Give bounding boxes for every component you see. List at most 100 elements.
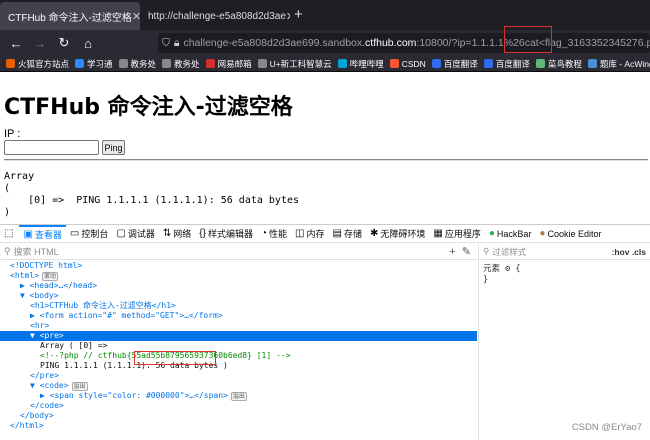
bookmark-item[interactable]: U+新工科智慧云 — [258, 58, 332, 70]
tree-node[interactable]: <hr> — [0, 321, 477, 331]
shield-icon[interactable]: ⛉ — [162, 37, 170, 50]
firefox-icon — [6, 59, 15, 68]
close-icon[interactable]: ✕ — [286, 10, 290, 23]
bookmark-label: 百度翻译 — [496, 58, 530, 70]
lock-icon[interactable]: 🔒︎ — [174, 37, 180, 50]
tree-node[interactable]: ▶ <form action="#" method="GET">…</form> — [0, 311, 477, 321]
bookmark-label: 菜鸟教程 — [548, 58, 582, 70]
reload-icon[interactable]: ↻ — [52, 35, 76, 51]
bookmark-label: 教务处 — [131, 58, 157, 70]
tab-label: 性能 — [269, 227, 287, 240]
tree-node[interactable]: ▼ <body> — [0, 291, 477, 301]
tree-node[interactable]: ▼ <code>溢出 — [0, 381, 477, 391]
hov-cls-toggles[interactable]: :hov .cls — [612, 247, 646, 257]
tree-node[interactable]: <html>滚动 — [0, 271, 477, 281]
back-icon[interactable]: ← — [4, 36, 28, 51]
flag-highlight-box — [134, 351, 216, 365]
tab-label: 应用程序 — [445, 227, 481, 240]
application-icon: ▦ — [433, 228, 442, 239]
tab-label: HackBar — [497, 229, 532, 239]
tab-storage[interactable]: ▤存储 — [329, 225, 366, 243]
bookmark-item[interactable]: CSDN — [390, 59, 426, 69]
inspector-icon: ▣ — [23, 229, 32, 240]
ping-button[interactable]: Ping — [102, 140, 125, 155]
tab-challenge[interactable]: http://challenge-e5a808d2d3ae ✕ — [140, 2, 290, 30]
tree-node[interactable]: ▶ <span style="color: #000000">…</span>溢… — [0, 391, 477, 401]
globe-icon — [75, 59, 84, 68]
cookie-icon: ● — [539, 228, 545, 239]
element-rule-open: 元素 ⚙ { — [483, 264, 646, 275]
tree-node[interactable]: PING 1.1.1.1 (1.1.1.1): 56 data bytes ) — [0, 361, 477, 371]
bookmark-item[interactable]: 火狐官方站点 — [6, 58, 69, 70]
tree-node[interactable]: <!--?php // ctfhub{55ad55b879565937360b6… — [0, 351, 477, 361]
pick-element-icon[interactable]: ⬚ — [0, 225, 19, 243]
tab-label: Cookie Editor — [547, 229, 601, 239]
tree-node-text: <html> — [10, 271, 39, 280]
tab-style-editor[interactable]: {}样式编辑器 — [195, 225, 257, 243]
new-tab-icon[interactable]: + — [294, 6, 303, 23]
bookmark-item[interactable]: 教务处 — [119, 58, 157, 70]
tab-label: 控制台 — [81, 227, 108, 240]
element-rule: 元素 ⚙ { } — [479, 260, 650, 290]
tab-bar: CTFHub 命令注入-过滤空格 ✕ http://challenge-e5a8… — [0, 0, 650, 30]
devtools-panel: ⬚ ▣查看器 ▭控制台 ▢调试器 ⇅网络 {}样式编辑器 ◔性能 ◫内存 ▤存储… — [0, 224, 650, 439]
tab-label: 存储 — [344, 227, 362, 240]
tree-node[interactable]: <h1>CTFHub 命令注入-过滤空格</h1> — [0, 301, 477, 311]
filter-styles-input[interactable]: 过滤样式 — [492, 246, 526, 258]
bookmark-item[interactable]: 百度翻译 — [484, 58, 530, 70]
acwing-icon — [588, 59, 597, 68]
eyedropper-icon[interactable]: ✎ — [462, 246, 471, 258]
tree-node[interactable]: </html> — [0, 421, 477, 431]
ip-label: IP : — [4, 128, 20, 140]
tree-node-text: </html> — [10, 421, 44, 430]
globe-icon — [162, 59, 171, 68]
node-badge[interactable]: 溢出 — [231, 392, 247, 401]
tree-node-text: <hr> — [30, 321, 49, 330]
close-icon[interactable]: ✕ — [132, 10, 140, 23]
bookmark-item[interactable]: 网易邮箱 — [206, 58, 252, 70]
tree-node[interactable]: </pre> — [0, 371, 477, 381]
node-badge[interactable]: 溢出 — [72, 382, 88, 391]
tree-node[interactable]: Array ( [0] => — [0, 341, 477, 351]
bookmark-item[interactable]: 题库 - AcWing — [588, 58, 650, 70]
debugger-icon: ▢ — [116, 228, 125, 239]
style-icon: {} — [199, 228, 206, 239]
tab-application[interactable]: ▦应用程序 — [429, 225, 484, 243]
tree-node[interactable]: </body> — [0, 411, 477, 421]
tree-node-text: <h1>CTFHub 命令注入-过滤空格</h1> — [30, 301, 176, 310]
tab-memory[interactable]: ◫内存 — [291, 225, 328, 243]
tab-accessibility[interactable]: ✱无障碍环境 — [366, 225, 429, 243]
tree-node[interactable]: </code> — [0, 401, 477, 411]
bookmark-item[interactable]: 哔哩哔哩 — [338, 58, 384, 70]
tree-node[interactable]: <!DOCTYPE html> — [0, 261, 477, 271]
bookmark-item[interactable]: 学习通 — [75, 58, 113, 70]
ip-input[interactable] — [4, 140, 99, 155]
tree-node[interactable]: ▼ <pre> — [0, 331, 477, 341]
bookmark-label: 网易邮箱 — [218, 58, 252, 70]
tab-network[interactable]: ⇅网络 — [159, 225, 195, 243]
ping-output: Array ( [0] => PING 1.1.1.1 (1.1.1.1): 5… — [4, 171, 299, 219]
bookmark-item[interactable]: 教务处 — [162, 58, 200, 70]
forward-icon[interactable]: → — [28, 36, 52, 51]
element-rule-close: } — [483, 275, 646, 286]
bilibili-icon — [338, 59, 347, 68]
tab-hackbar[interactable]: ●HackBar — [485, 225, 536, 243]
bookmark-item[interactable]: 菜鸟教程 — [536, 58, 582, 70]
bookmark-item[interactable]: 百度翻译 — [432, 58, 478, 70]
html-search-row: ⚲ 搜索 HTML + ✎ — [0, 244, 477, 260]
bookmark-label: 哔哩哔哩 — [350, 58, 384, 70]
tab-cookie-editor[interactable]: ●Cookie Editor — [535, 225, 605, 243]
home-icon[interactable]: ⌂ — [76, 36, 100, 51]
tab-performance[interactable]: ◔性能 — [257, 225, 291, 243]
tab-debugger[interactable]: ▢调试器 — [112, 225, 158, 243]
tab-inspector[interactable]: ▣查看器 — [19, 225, 65, 243]
tree-node[interactable]: ▶ <head>…</head> — [0, 281, 477, 291]
html-search-input[interactable]: 搜索 HTML — [14, 245, 59, 258]
tab-console[interactable]: ▭控制台 — [66, 225, 112, 243]
tab-ctfhub[interactable]: CTFHub 命令注入-过滤空格 ✕ — [0, 2, 140, 30]
search-icon: ⚲ — [4, 246, 11, 257]
node-badge[interactable]: 滚动 — [42, 272, 58, 281]
url-bar[interactable]: ⛉ 🔒︎ challenge-e5a808d2d3ae699.sandbox.c… — [158, 33, 650, 53]
tree-node-text: </body> — [20, 411, 54, 420]
add-node-icon[interactable]: + — [449, 246, 455, 258]
